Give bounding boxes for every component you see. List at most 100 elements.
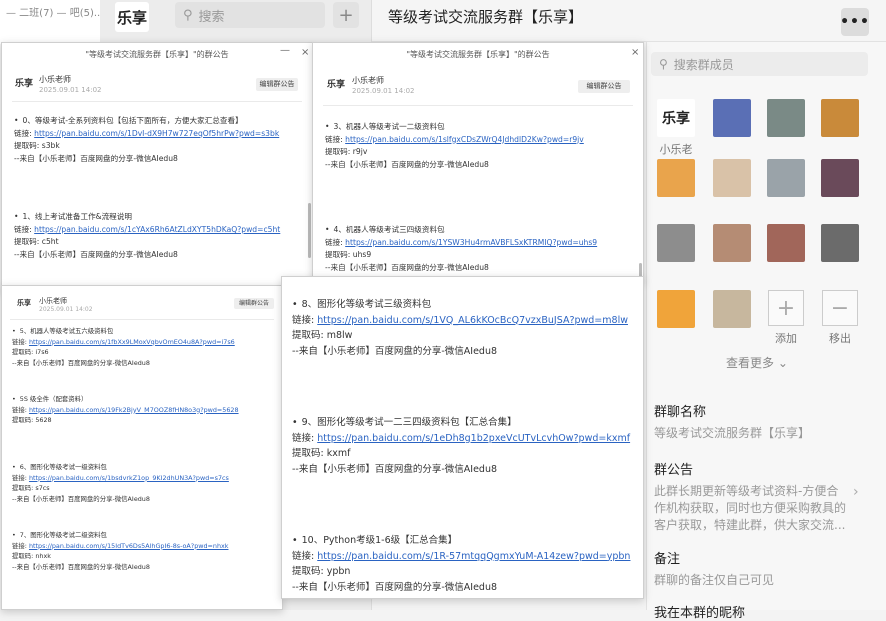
pan-link[interactable]: https://pan.baidu.com/s/19Fk2BjyV_M7OOZ8…	[29, 406, 239, 414]
scrollbar[interactable]	[308, 203, 311, 258]
entry-source: --来自【小乐老师】百度网盘的分享-微信AIedu8	[292, 463, 498, 475]
entry-title: 6、图形化等级考试一级资料包	[19, 463, 107, 471]
pan-link[interactable]: https://pan.baidu.com/s/1VQ_AL6kKOcBcQ7v…	[317, 315, 628, 326]
member-item[interactable]	[766, 224, 806, 266]
code-label: 提取码:	[12, 416, 36, 424]
member-item[interactable]	[766, 99, 806, 141]
post-date: 2025.09.01 14:02	[352, 87, 415, 95]
entry-title: 10、Python考级1-6级【汇总合集】	[301, 535, 458, 546]
bullet: •	[292, 299, 298, 310]
member-item[interactable]	[656, 224, 696, 266]
link-label: 链接:	[12, 337, 29, 346]
link-label: 链接:	[12, 473, 29, 482]
avatar	[713, 159, 751, 197]
member-item[interactable]	[656, 159, 696, 201]
link-label: 链接:	[14, 128, 35, 138]
entry-title: 8、图形化等级考试三级资料包	[301, 299, 432, 310]
pan-link[interactable]: https://pan.baidu.com/s/15IdTv6Ds5AlhGpI…	[29, 542, 229, 550]
remove-member-button[interactable]: − 移出	[820, 290, 860, 346]
member-search-input[interactable]: ⚲ 搜索群成员	[651, 52, 868, 76]
code-label: 提取码:	[14, 237, 42, 246]
edit-announcement-button[interactable]: 编辑群公告	[234, 298, 274, 309]
bullet: •	[14, 116, 19, 125]
entry-source: --来自【小乐老师】百度网盘的分享-微信AIedu8	[292, 345, 498, 357]
member-item[interactable]	[656, 290, 696, 332]
search-icon: ⚲	[659, 57, 668, 71]
announcement-value[interactable]: 此群长期更新等级考试资料-方便合作机构获取，同时也方便采购教具的客户获取，特建此…	[654, 483, 846, 534]
add-member-button[interactable]: + 添加	[766, 290, 806, 346]
extract-code: c5ht	[41, 237, 59, 246]
extract-code: s7cs	[35, 484, 50, 492]
close-icon[interactable]: ×	[631, 47, 639, 58]
entry-source: --来自【小乐老师】百度网盘的分享-微信AIedu8	[12, 562, 150, 571]
entry-source: --来自【小乐老师】百度网盘的分享-微信AIedu8	[292, 581, 498, 593]
extract-code: m8lw	[326, 330, 353, 341]
member-item[interactable]	[712, 224, 752, 266]
pan-link[interactable]: https://pan.baidu.com/s/1eDh8g1b2pxeVcUT…	[317, 433, 630, 444]
code-label: 提取码:	[12, 484, 36, 492]
search-icon: ⚲	[183, 7, 193, 23]
announcement-entry: • 8、图形化等级考试三级资料包 链接: https://pan.baidu.com…	[292, 297, 640, 359]
link-label: 链接:	[14, 224, 35, 234]
pan-link[interactable]: https://pan.baidu.com/s/1YSW3Hu4rmAVBFLS…	[345, 238, 597, 247]
entry-title: 0、等级考试-全系列资料包【包括下面所有，方便大家汇总查看】	[22, 116, 243, 125]
announcement-entry: • 5、机器人等级考试五六级资料包 链接: https://pan.baidu.co…	[12, 326, 280, 368]
bullet: •	[292, 535, 298, 546]
pan-link[interactable]: https://pan.baidu.com/s/1cYAx6Rh6AtZLdXY…	[34, 225, 280, 234]
code-label: 提取码:	[12, 552, 36, 560]
pan-link[interactable]: https://pan.baidu.com/s/1bsdvrkZ1op_9KI2…	[29, 474, 229, 482]
announcement-entry: • 7、图形化等级考试二级资料包 链接: https://pan.baidu.com…	[12, 530, 280, 572]
avatar	[767, 99, 805, 137]
app-logo: 乐享	[115, 2, 149, 32]
announcement-popup-4: • 8、图形化等级考试三级资料包 链接: https://pan.baidu.com…	[281, 276, 644, 599]
member-item[interactable]	[766, 159, 806, 201]
member-item[interactable]	[820, 159, 860, 201]
member-item[interactable]	[820, 99, 860, 141]
pan-link[interactable]: https://pan.baidu.com/s/1R-57mtqqQgmxYuM…	[317, 551, 630, 562]
member-item[interactable]	[712, 159, 752, 201]
edit-announcement-button[interactable]: 编辑群公告	[578, 80, 630, 93]
pan-link[interactable]: https://pan.baidu.com/s/1slfgxCDsZWrQ4Jd…	[345, 135, 584, 144]
add-chat-button[interactable]: +	[333, 2, 359, 28]
post-date: 2025.09.01 14:02	[39, 306, 93, 313]
add-member-label: 添加	[775, 332, 797, 345]
announcement-popup-3: 乐享 小乐老师 2025.09.01 14:02 编辑群公告 • 5、机器人等级考…	[1, 285, 283, 610]
close-icon[interactable]: ×	[301, 47, 309, 58]
extract-code: r9jv	[352, 147, 368, 156]
announcement-entry: • 4、机器人等级考试三四级资料包 链接: https://pan.baidu.co…	[325, 224, 641, 274]
search-input[interactable]: ⚲ 搜索	[175, 2, 325, 28]
chevron-right-icon[interactable]: ›	[853, 484, 859, 500]
link-label: 链接:	[292, 550, 318, 562]
member-item[interactable]	[820, 224, 860, 266]
minimize-icon[interactable]: —	[280, 45, 290, 56]
group-name-label: 群聊名称	[654, 405, 707, 420]
avatar	[821, 224, 859, 262]
member-item[interactable]	[712, 99, 752, 141]
code-label: 提取码:	[292, 330, 327, 341]
entry-source: --来自【小乐老师】百度网盘的分享-微信AIedu8	[12, 358, 150, 367]
see-more-link[interactable]: 查看更多 ⌄	[726, 354, 788, 371]
chat-title: 等级考试交流服务群【乐享】	[388, 8, 584, 26]
pan-link[interactable]: https://pan.baidu.com/s/1fbXx9LMoxVqbvOm…	[29, 338, 235, 346]
code-label: 提取码:	[14, 141, 42, 150]
link-label: 链接:	[12, 405, 29, 414]
entry-title: 5S 级全件（配套资料）	[19, 395, 88, 403]
more-options-button[interactable]: •••	[840, 8, 869, 36]
announcement-entry: • 10、Python考级1-6级【汇总合集】链接: https://pan.ba…	[292, 533, 640, 595]
entry-source: --来自【小乐老师】百度网盘的分享-微信AIedu8	[14, 153, 178, 163]
bullet: •	[325, 225, 330, 234]
author-name: 小乐老师	[39, 297, 67, 305]
entry-title: 7、图形化等级考试二级资料包	[19, 531, 107, 539]
announcement-entry: • 1、线上考试准备工作&流程说明 链接: https://pan.baidu.co…	[14, 211, 310, 261]
extract-code: ypbn	[326, 566, 351, 577]
announcement-entry: • 3、机器人等级考试一二级资料包 链接: https://pan.baidu.co…	[325, 121, 641, 171]
group-name-value[interactable]: 等级考试交流服务群【乐享】	[654, 425, 864, 442]
member-item[interactable]	[712, 290, 752, 332]
edit-announcement-button[interactable]: 编辑群公告	[256, 78, 298, 91]
code-label: 提取码:	[325, 147, 353, 156]
avatar	[821, 99, 859, 137]
chevron-down-icon: ⌄	[777, 356, 788, 370]
remark-value[interactable]: 群聊的备注仅自己可见	[654, 572, 774, 589]
entry-source: --来自【小乐老师】百度网盘的分享-微信AIedu8	[325, 262, 489, 272]
pan-link[interactable]: https://pan.baidu.com/s/1DvI-dX9H7w727eq…	[34, 129, 279, 138]
